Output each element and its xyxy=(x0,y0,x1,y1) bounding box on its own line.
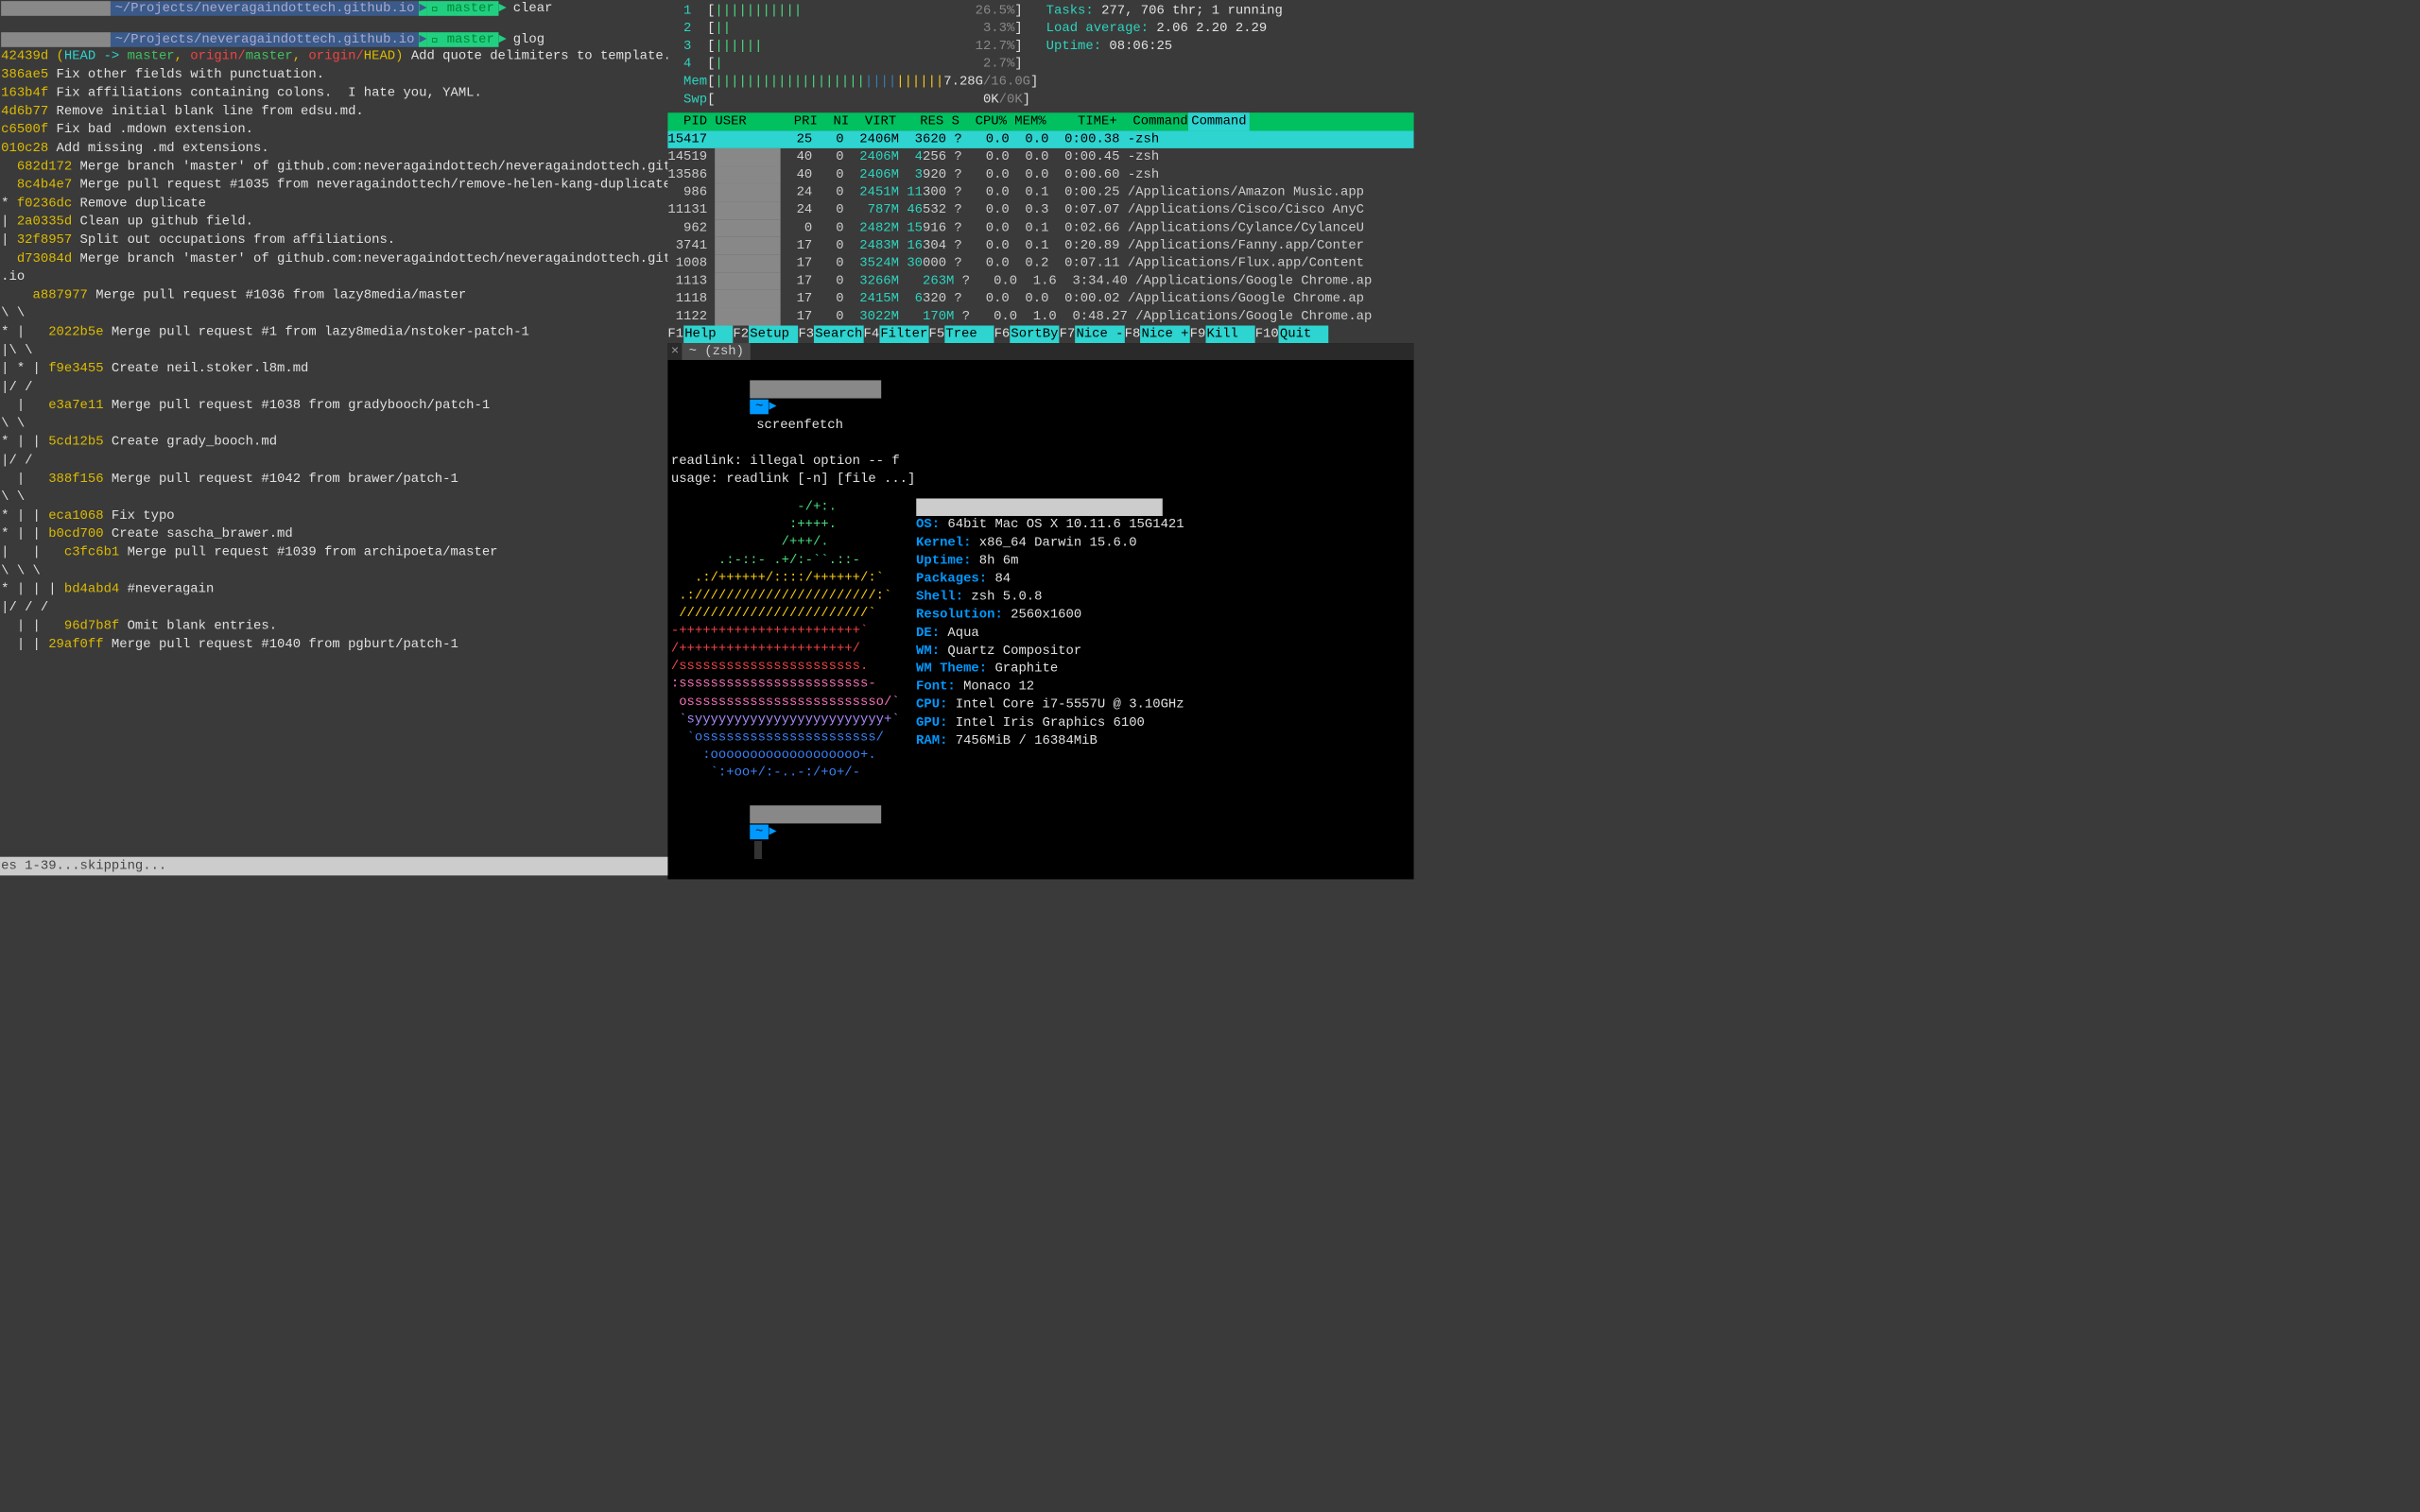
log-line: 386ae5 Fix other fields with punctuation… xyxy=(0,65,667,83)
log-line: c6500f Fix bad .mdown extension. xyxy=(0,121,667,139)
log-line: 4d6b77 Remove initial blank line from ed… xyxy=(0,102,667,120)
sysinfo-row: WM Theme: Graphite xyxy=(916,661,1184,679)
log-line: \ \ xyxy=(0,489,667,507)
process-row[interactable]: 1113 17 0 3266M 263M ? 0.0 1.6 3:34.40 /… xyxy=(667,272,1413,290)
log-line: | | 96d7b8f Omit blank entries. xyxy=(0,617,667,635)
log-line: * | | b0cd700 Create sascha_brawer.md xyxy=(0,525,667,543)
sf-prompt: ~► screenfetch xyxy=(671,363,1410,453)
log-line: * | | | bd4abd4 #neveragain xyxy=(0,580,667,598)
sysinfo-row: Uptime: 8h 6m xyxy=(916,552,1184,570)
process-row[interactable]: 1122 17 0 3022M 170M ? 0.0 1.0 0:48.27 /… xyxy=(667,308,1413,326)
log-line: 010c28 Add missing .md extensions. xyxy=(0,139,667,157)
log-line: * | | eca1068 Fix typo xyxy=(0,507,667,524)
log-line: \ \ xyxy=(0,415,667,433)
log-line: * f0236dc Remove duplicate xyxy=(0,194,667,212)
log-line: |/ / xyxy=(0,378,667,396)
log-line: * | | 5cd12b5 Create grady_booch.md xyxy=(0,433,667,451)
htop-header[interactable]: PID USER PRI NI VIRT RES S CPU% MEM% TIM… xyxy=(667,112,1413,130)
log-footer: es 1-39...skipping... xyxy=(0,857,667,875)
sysinfo-row: OS: 64bit Mac OS X 10.11.6 15G1421 xyxy=(916,516,1184,534)
log-line: d73084d Merge branch 'master' of github.… xyxy=(0,249,667,267)
log-line: a887977 Merge pull request #1036 from la… xyxy=(0,286,667,304)
log-line: * | 2022b5e Merge pull request #1 from l… xyxy=(0,323,667,341)
htop-pane: 1 [||||||||||| 26.5%] Tasks: 277, 706 th… xyxy=(667,0,1413,343)
prompt-line-2: ~/Projects/neveragaindottech.github.io ►… xyxy=(0,32,667,47)
log-line: | | 29af0ff Merge pull request #1040 fro… xyxy=(0,635,667,653)
cpu-meter: 3 [|||||| 12.7%] Uptime: 08:06:25 xyxy=(667,38,1413,56)
git-log-pane: ~/Projects/neveragaindottech.github.io ►… xyxy=(0,0,667,875)
log-line: | 2a0335d Clean up github field. xyxy=(0,213,667,231)
process-row[interactable]: 11131 24 0 787M 46532 ? 0.0 0.3 0:07.07 … xyxy=(667,201,1413,219)
log-line: 42439d (HEAD -> master, origin/master, o… xyxy=(0,47,667,65)
log-line: 8c4b4e7 Merge pull request #1035 from ne… xyxy=(0,176,667,194)
close-icon[interactable]: × xyxy=(667,344,682,359)
prompt-line-1: ~/Projects/neveragaindottech.github.io ►… xyxy=(0,1,667,16)
sysinfo-row: GPU: Intel Iris Graphics 6100 xyxy=(916,714,1184,732)
sf-error: readlink: illegal option -- f xyxy=(671,453,1410,471)
log-line: | e3a7e11 Merge pull request #1038 from … xyxy=(0,396,667,414)
log-line: 163b4f Fix affiliations containing colon… xyxy=(0,84,667,102)
process-row[interactable]: 962 0 0 2482M 15916 ? 0.0 0.1 0:02.66 /A… xyxy=(667,219,1413,237)
cpu-meter: 1 [||||||||||| 26.5%] Tasks: 277, 706 th… xyxy=(667,2,1413,20)
log-line: 682d172 Merge branch 'master' of github.… xyxy=(0,157,667,175)
sysinfo-row: WM: Quartz Compositor xyxy=(916,642,1184,660)
process-row[interactable]: 13586 40 0 2406M 3920 ? 0.0 0.0 0:00.60 … xyxy=(667,166,1413,184)
log-line: |/ / xyxy=(0,452,667,470)
log-line: | | c3fc6b1 Merge pull request #1039 fro… xyxy=(0,543,667,561)
log-line: | * | f9e3455 Create neil.stoker.l8m.md xyxy=(0,359,667,377)
log-line: \ \ \ xyxy=(0,561,667,579)
sysinfo-row: Font: Monaco 12 xyxy=(916,679,1184,696)
log-line: |\ \ xyxy=(0,341,667,359)
process-row[interactable]: 14519 40 0 2406M 4256 ? 0.0 0.0 0:00.45 … xyxy=(667,148,1413,166)
log-line: .io xyxy=(0,267,667,285)
sf-prompt-2[interactable]: ~► xyxy=(671,787,1410,877)
git-log-output[interactable]: 42439d (HEAD -> master, origin/master, o… xyxy=(0,47,667,654)
process-row[interactable]: 3741 17 0 2483M 16304 ? 0.0 0.1 0:20.89 … xyxy=(667,237,1413,255)
apple-logo-ascii: -/+:. :++++. /+++/. .:-::- .+/:-``.::- .… xyxy=(671,498,900,782)
sysinfo-row: RAM: 7456MiB / 16384MiB xyxy=(916,732,1184,750)
tab-bar[interactable]: × ~ (zsh) xyxy=(667,343,1413,360)
cpu-meter: 4 [| 2.7%] xyxy=(667,56,1413,74)
log-line: |/ / / xyxy=(0,598,667,616)
sysinfo-row: Resolution: 2560x1600 xyxy=(916,606,1184,624)
sysinfo-row: Kernel: x86_64 Darwin 15.6.0 xyxy=(916,534,1184,552)
log-line: \ \ xyxy=(0,304,667,322)
process-row[interactable]: 986 24 0 2451M 11300 ? 0.0 0.1 0:00.25 /… xyxy=(667,183,1413,201)
htop-process-list[interactable]: 15417 25 0 2406M 3620 ? 0.0 0.0 0:00.38 … xyxy=(667,130,1413,325)
cpu-meter: 2 [|| 3.3%] Load average: 2.06 2.20 2.29 xyxy=(667,20,1413,38)
sf-error: usage: readlink [-n] [file ...] xyxy=(671,471,1410,489)
sysinfo-row: Shell: zsh 5.0.8 xyxy=(916,588,1184,606)
htop-fnkeys[interactable]: F1Help F2Setup F3SearchF4FilterF5Tree F6… xyxy=(667,326,1413,344)
tab-title[interactable]: ~ (zsh) xyxy=(683,343,751,360)
process-row[interactable]: 1118 17 0 2415M 6320 ? 0.0 0.0 0:00.02 /… xyxy=(667,290,1413,308)
sysinfo-row: Packages: 84 xyxy=(916,570,1184,588)
process-row[interactable]: 15417 25 0 2406M 3620 ? 0.0 0.0 0:00.38 … xyxy=(667,130,1413,148)
screenfetch-pane: × ~ (zsh) ~► screenfetch readlink: illeg… xyxy=(667,343,1413,879)
sysinfo-row: CPU: Intel Core i7-5557U @ 3.10GHz xyxy=(916,696,1184,714)
process-row[interactable]: 1008 17 0 3524M 30000 ? 0.0 0.2 0:07.11 … xyxy=(667,255,1413,273)
log-line: | 388f156 Merge pull request #1042 from … xyxy=(0,470,667,488)
sysinfo-row: DE: Aqua xyxy=(916,624,1184,642)
log-line: | 32f8957 Split out occupations from aff… xyxy=(0,231,667,249)
